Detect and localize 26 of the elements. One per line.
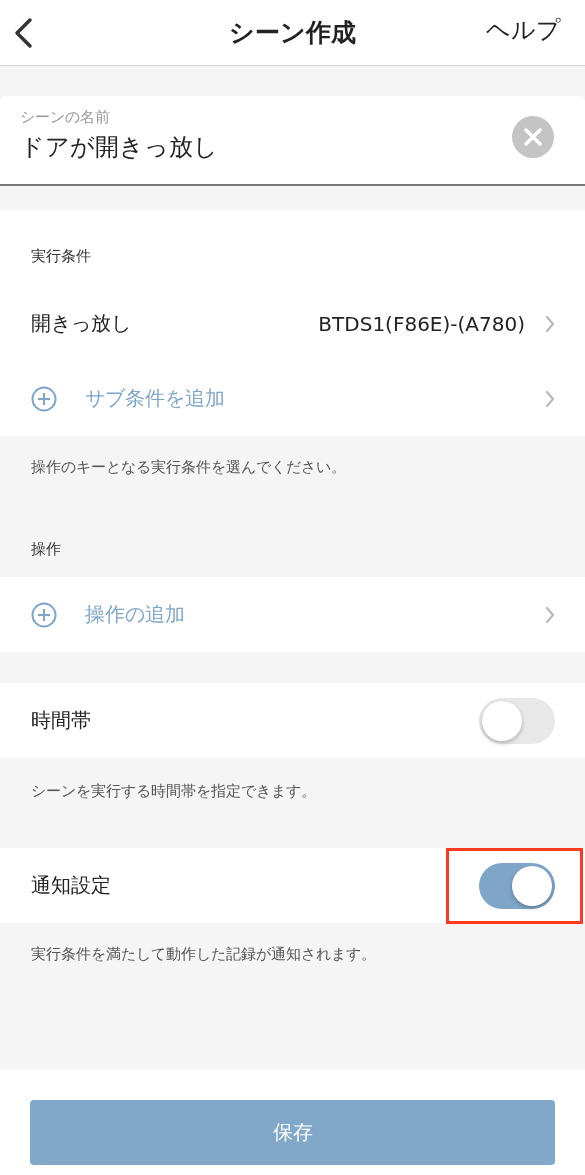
help-link[interactable]: ヘルプ <box>486 14 561 46</box>
hint-text: 実行条件を満たして動作した記録が通知されます。 <box>30 944 377 965</box>
toggle-switch[interactable] <box>479 697 555 744</box>
add-label: 操作の追加 <box>85 601 185 628</box>
chevron-icon <box>545 605 555 624</box>
screen-title: シーン作成 <box>229 17 356 49</box>
condition-row[interactable]: 開きっ放し BTDS1(F86E)-(A780) <box>0 286 585 361</box>
toggle-switch[interactable] <box>479 862 555 909</box>
plus-circle-icon <box>31 385 57 412</box>
hint-text: シーンを実行する時間帯を指定できます。 <box>30 781 317 802</box>
scene-name-field[interactable]: シーンの名前 ドアが開きっ放し <box>0 96 585 186</box>
clear-icon[interactable] <box>512 116 554 158</box>
section-caption: 実行条件 <box>0 210 585 286</box>
row-label: 開きっ放し <box>31 310 131 337</box>
chevron-icon <box>545 389 555 408</box>
row-label: 時間帯 <box>31 707 91 734</box>
add-label: サブ条件を追加 <box>85 385 225 412</box>
back-icon[interactable] <box>12 17 34 49</box>
field-value: ドアが開きっ放し <box>20 132 218 163</box>
plus-circle-icon <box>31 601 57 628</box>
section-caption: 操作 <box>30 539 62 560</box>
row-label: 通知設定 <box>31 872 111 899</box>
field-label: シーンの名前 <box>20 108 111 127</box>
chevron-icon <box>545 314 555 333</box>
device-name: BTDS1(F86E)-(A780) <box>318 311 525 336</box>
hint-text: 操作のキーとなる実行条件を選んでください。 <box>30 457 347 478</box>
